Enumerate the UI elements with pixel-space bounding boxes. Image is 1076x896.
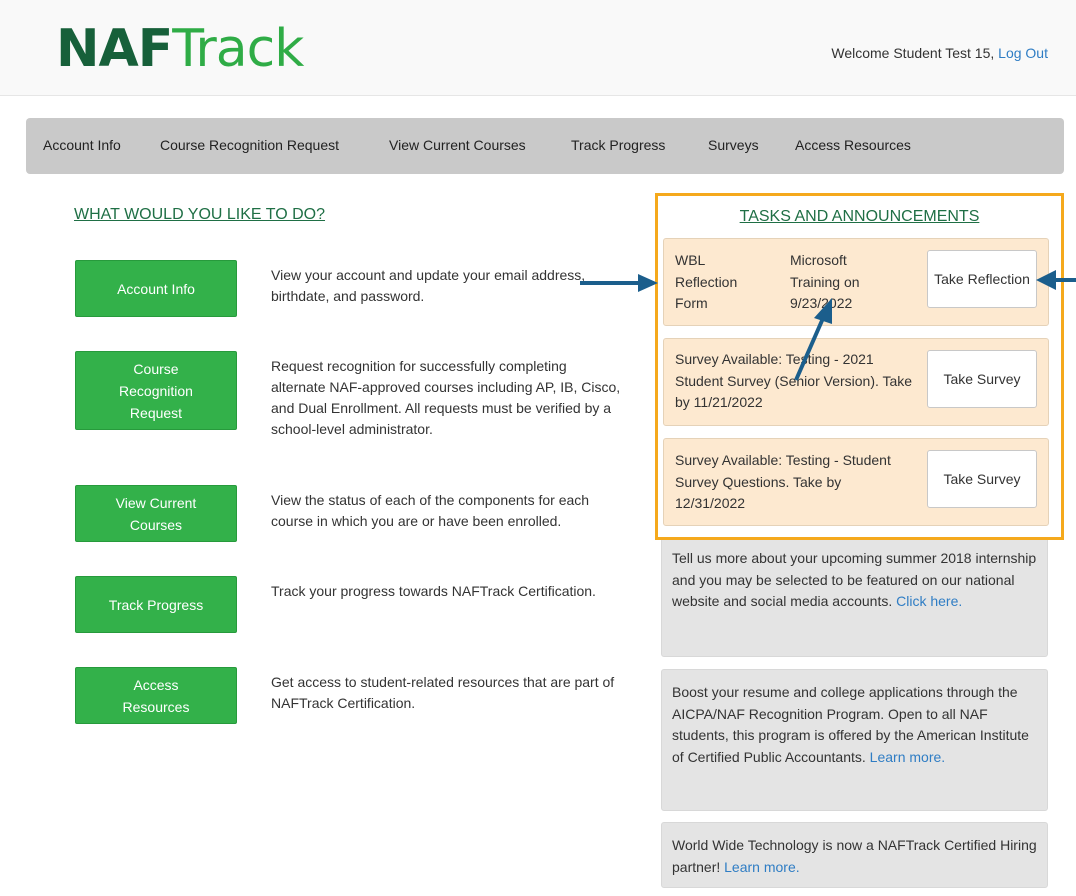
nav-view-current-courses[interactable]: View Current Courses [389,137,526,153]
arrow-right-icon [580,274,658,292]
announcement-aicpa: Boost your resume and college applicatio… [661,669,1048,811]
welcome-message: Welcome Student Test 15, Log Out [831,45,1048,61]
main-nav: Account Info Course Recognition Request … [26,118,1064,174]
access-resources-description: Get access to student-related resources … [271,674,615,711]
announcement-text: Tell us more about your upcoming summer … [672,550,1037,609]
announcement-text: Boost your resume and college applicatio… [672,684,1029,765]
announcement-internship: Tell us more about your upcoming summer … [661,526,1048,657]
nav-access-resources[interactable]: Access Resources [795,137,911,153]
arrow-up-icon [794,298,832,381]
learn-more-link[interactable]: Learn more. [724,859,799,875]
logo-track: Track [172,19,304,79]
click-here-link[interactable]: Click here. [896,593,962,609]
view-current-courses-button[interactable]: View Current Courses [75,485,237,542]
view-current-courses-description: View the status of each of the component… [271,492,590,529]
nav-track-progress[interactable]: Track Progress [571,137,665,153]
course-recognition-description: Request recognition for successfully com… [271,358,621,437]
take-reflection-button[interactable]: Take Reflection [927,250,1037,308]
arrow-left-icon [1036,270,1076,290]
course-recognition-request-button[interactable]: Course Recognition Request [75,351,237,430]
account-info-button[interactable]: Account Info [75,260,237,317]
tasks-heading: TASKS AND ANNOUNCEMENTS [739,208,980,225]
nav-course-recognition-request[interactable]: Course Recognition Request [160,137,339,153]
task-label: WBL Reflection Form [675,252,738,311]
site-header: NAFTrack Welcome Student Test 15, Log Ou… [0,0,1076,96]
track-progress-description: Track your progress towards NAFTrack Cer… [271,583,596,599]
take-survey-button[interactable]: Take Survey [927,350,1037,408]
access-resources-button[interactable]: Access Resources [75,667,237,724]
task-survey-senior: Survey Available: Testing - 2021 Student… [663,338,1049,426]
learn-more-link[interactable]: Learn more. [870,749,945,765]
announcement-wwt: World Wide Technology is now a NAFTrack … [661,822,1048,888]
task-text: Survey Available: Testing - Student Surv… [675,452,891,511]
naftrack-logo[interactable]: NAFTrack [56,16,304,82]
welcome-text: Welcome Student Test 15, [831,45,995,61]
nav-surveys[interactable]: Surveys [708,137,759,153]
what-to-do-heading: WHAT WOULD YOU LIKE TO DO? [74,206,326,223]
tasks-highlight-box: TASKS AND ANNOUNCEMENTS WBL Reflection F… [655,193,1064,540]
track-progress-button[interactable]: Track Progress [75,576,237,633]
task-survey-questions: Survey Available: Testing - Student Surv… [663,438,1049,526]
take-survey-button[interactable]: Take Survey [927,450,1037,508]
logout-link[interactable]: Log Out [998,45,1048,61]
logo-naf: NAF [56,19,173,79]
task-reflection: WBL Reflection Form Microsoft Training o… [663,238,1049,326]
nav-account-info[interactable]: Account Info [43,137,121,153]
